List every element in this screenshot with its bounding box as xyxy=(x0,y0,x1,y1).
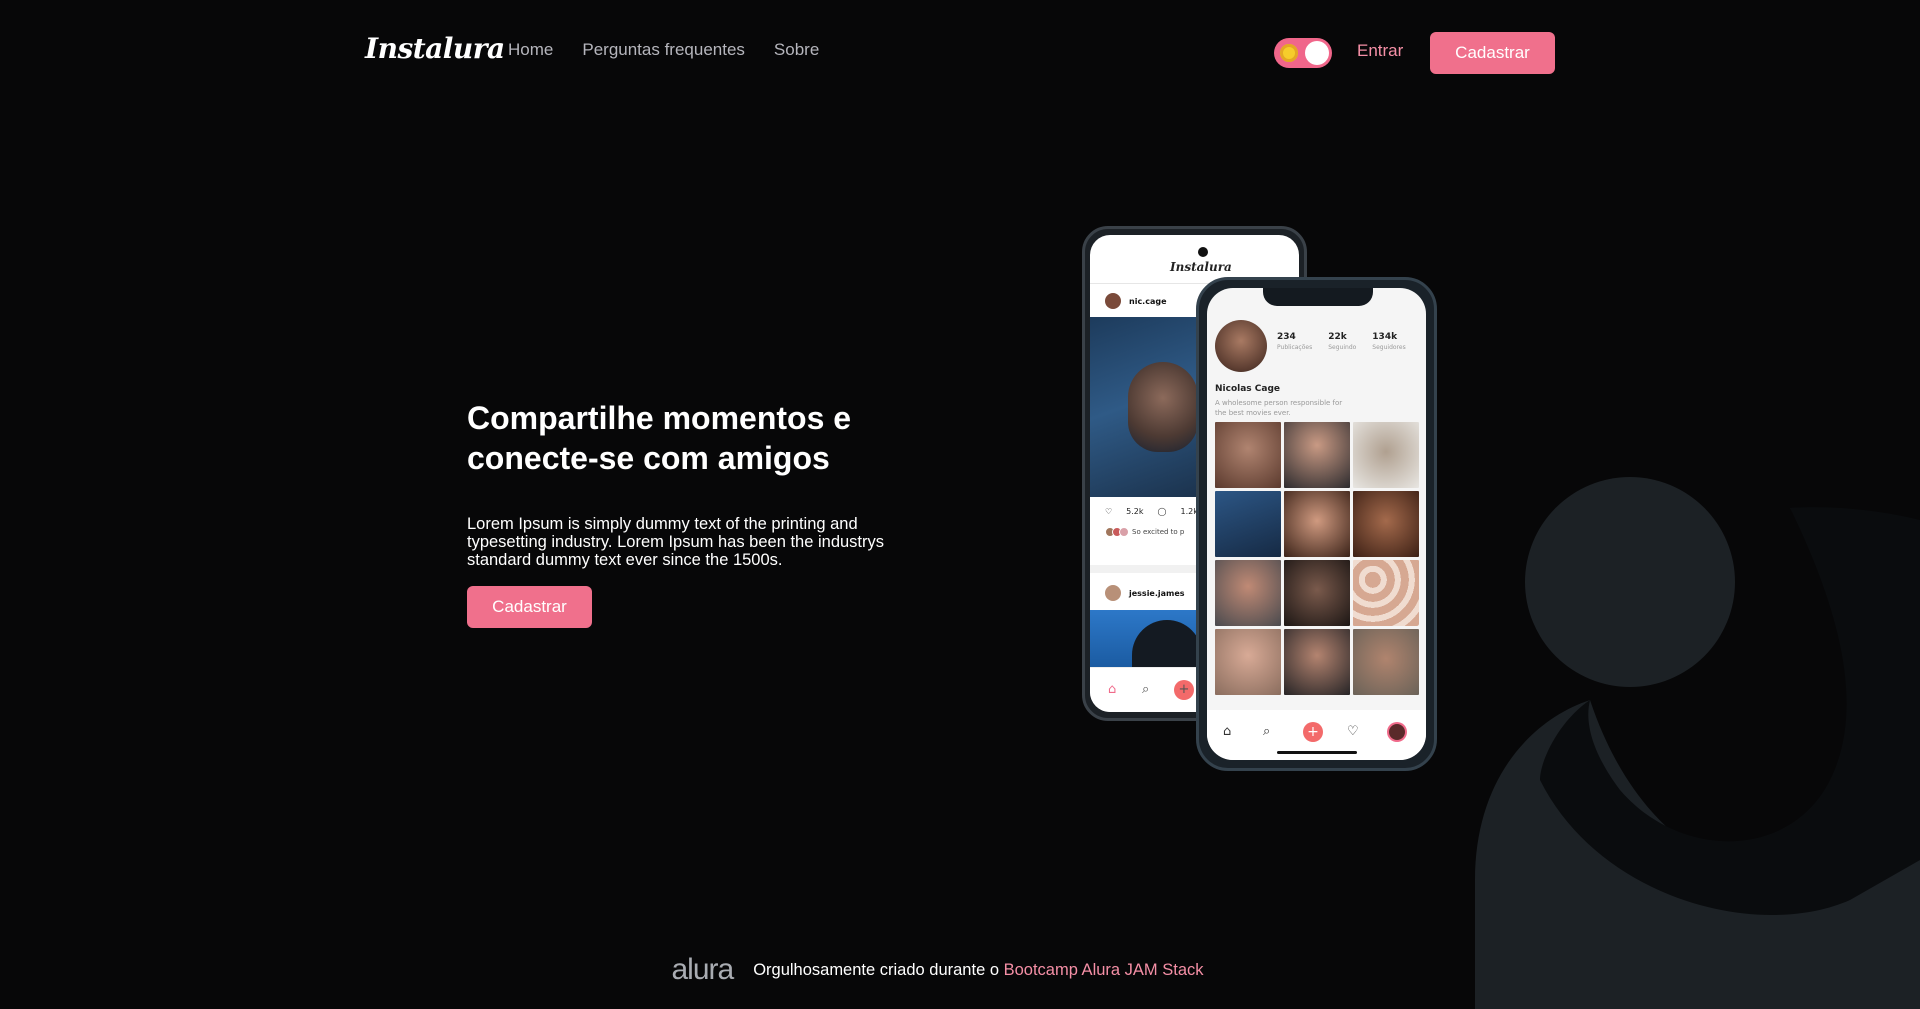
grid-photo xyxy=(1215,629,1281,695)
footer-content: alura Orgulhosamente criado durante o Bo… xyxy=(671,953,1203,987)
nav-faq[interactable]: Perguntas frequentes xyxy=(582,40,745,60)
nav-about[interactable]: Sobre xyxy=(774,40,819,60)
profile-bio: A wholesome person responsible for the b… xyxy=(1215,399,1343,417)
hero-signup-button[interactable]: Cadastrar xyxy=(467,586,592,628)
theme-toggle[interactable] xyxy=(1274,38,1332,68)
phone-notch xyxy=(1263,288,1373,306)
phone-profile-screen: 234 Publicações 22k Seguindo 134k Seguid… xyxy=(1207,288,1426,760)
toggle-knob xyxy=(1305,41,1329,65)
feed-post-actions: ♡ 5.2k ◯ 1.2k xyxy=(1105,507,1198,516)
instalura-logo[interactable]: Instalura xyxy=(365,32,505,65)
grid-photo xyxy=(1215,560,1281,626)
grid-photo xyxy=(1284,629,1350,695)
sun-icon xyxy=(1280,44,1298,62)
add-post-icon: + xyxy=(1303,722,1323,742)
feed-post-caption: So excited to p xyxy=(1105,527,1184,537)
profile-stats: 234 Publicações 22k Seguindo 134k Seguid… xyxy=(1277,332,1406,351)
feed-post-user: jessie.james xyxy=(1105,585,1185,601)
bootcamp-link[interactable]: Bootcamp Alura JAM Stack xyxy=(1004,961,1204,979)
stat-followers: 134k Seguidores xyxy=(1372,332,1406,351)
stat-posts: 234 Publicações xyxy=(1277,332,1313,351)
profile-bottom-nav: ⌂ ⌕ + ♡ xyxy=(1207,710,1426,760)
nav-home[interactable]: Home xyxy=(508,40,553,60)
stat-following: 22k Seguindo xyxy=(1328,332,1357,351)
feed-username: jessie.james xyxy=(1129,588,1185,598)
login-link[interactable]: Entrar xyxy=(1357,41,1403,61)
main-nav: Home Perguntas frequentes Sobre xyxy=(508,40,848,60)
liker-avatars xyxy=(1105,527,1129,537)
avatar xyxy=(1105,585,1121,601)
home-icon: ⌂ xyxy=(1223,724,1232,739)
hero-title: Compartilhe momentos e conecte-se com am… xyxy=(467,400,852,476)
feed-username: nic.cage xyxy=(1129,296,1167,306)
profile-avatar-icon xyxy=(1389,724,1405,740)
grid-photo xyxy=(1353,491,1419,557)
heart-icon: ♡ xyxy=(1347,724,1359,739)
site-footer: alura Orgulhosamente criado durante o Bo… xyxy=(0,950,1920,990)
profile-photo-grid xyxy=(1215,422,1425,695)
home-icon: ⌂ xyxy=(1108,682,1117,697)
footer-credit-text: Orgulhosamente criado durante o xyxy=(753,960,1004,979)
grid-photo xyxy=(1353,560,1419,626)
home-indicator xyxy=(1277,751,1357,754)
phone-mockup-profile: 234 Publicações 22k Seguindo 134k Seguid… xyxy=(1196,277,1437,771)
alura-logo[interactable]: alura xyxy=(671,953,734,987)
grid-photo xyxy=(1215,422,1281,488)
grid-photo xyxy=(1353,629,1419,695)
search-icon: ⌕ xyxy=(1263,724,1271,739)
grid-photo xyxy=(1284,560,1350,626)
background-decoration xyxy=(1475,477,1920,1009)
avatar xyxy=(1105,293,1121,309)
footer-text: Orgulhosamente criado durante o Bootcamp… xyxy=(753,961,1203,980)
camera-dot xyxy=(1198,247,1208,257)
search-icon: ⌕ xyxy=(1142,682,1150,697)
feed-app-title: Instalura xyxy=(1170,260,1232,274)
likes-count: 5.2k xyxy=(1126,507,1144,516)
grid-photo xyxy=(1284,422,1350,488)
site-header: Instalura Home Perguntas frequentes Sobr… xyxy=(0,0,1920,104)
grid-photo xyxy=(1284,491,1350,557)
caption-text: So excited to p xyxy=(1132,528,1185,536)
profile-name: Nicolas Cage xyxy=(1215,384,1281,394)
add-post-icon: + xyxy=(1174,680,1194,700)
feed-post-user: nic.cage xyxy=(1105,293,1167,309)
profile-avatar xyxy=(1215,320,1267,372)
grid-photo xyxy=(1215,491,1281,557)
comment-icon: ◯ xyxy=(1157,507,1167,516)
grid-photo xyxy=(1353,422,1419,488)
hero-description: Lorem Ipsum is simply dummy text of the … xyxy=(467,515,884,569)
heart-icon: ♡ xyxy=(1105,507,1113,516)
signup-button[interactable]: Cadastrar xyxy=(1430,32,1555,74)
